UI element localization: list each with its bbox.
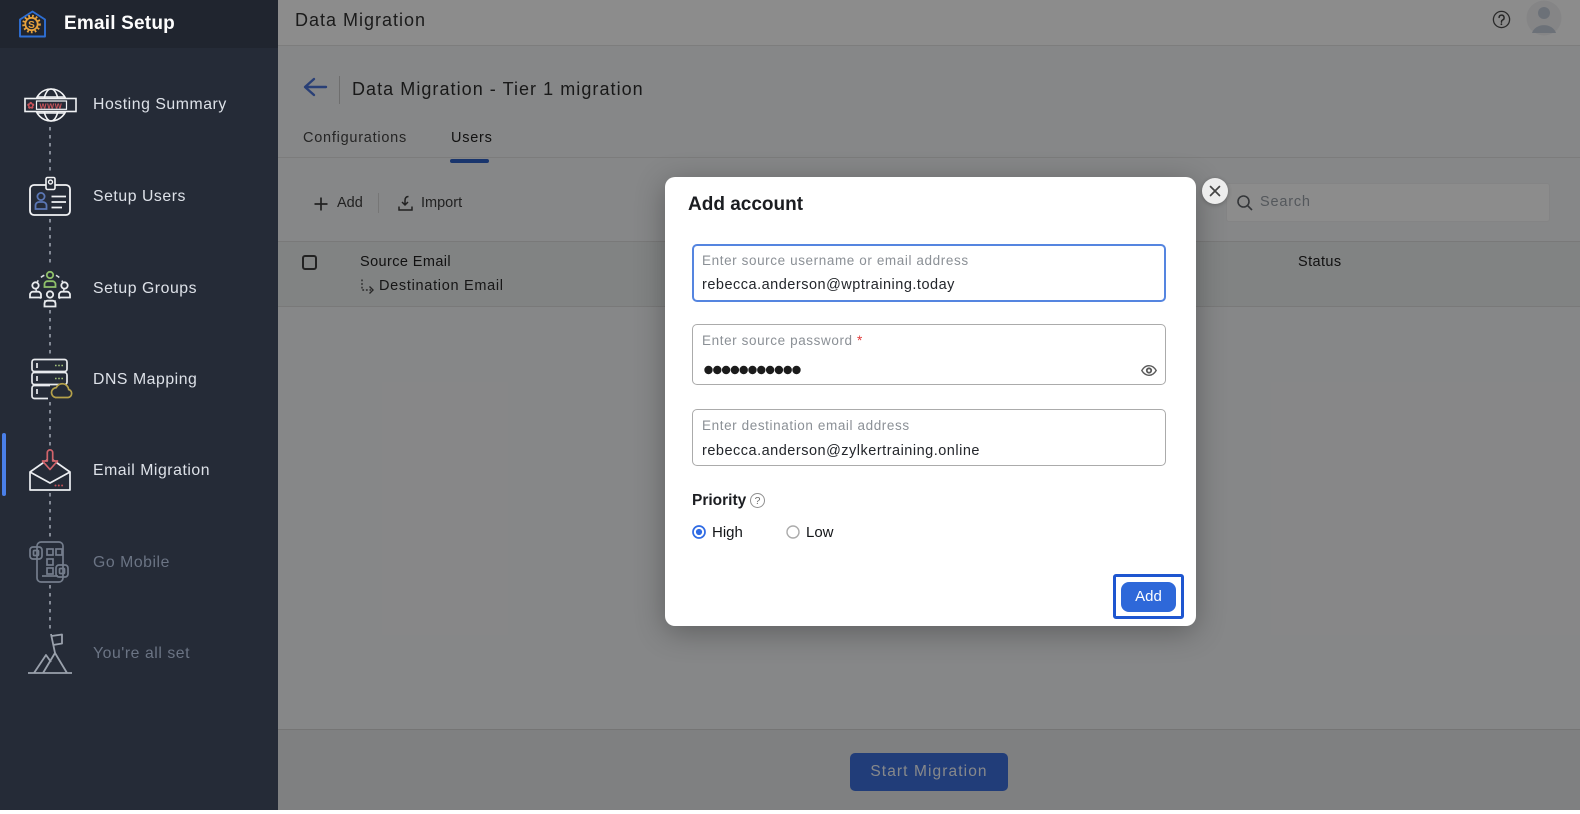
svg-text:www: www bbox=[39, 100, 63, 110]
svg-text:✿: ✿ bbox=[27, 101, 35, 111]
svg-text:S: S bbox=[28, 20, 35, 31]
